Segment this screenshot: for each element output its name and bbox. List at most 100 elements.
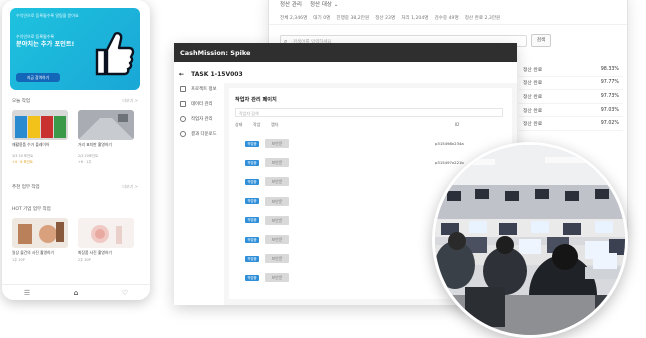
list-item[interactable]: 정산 완료 98.33% [519, 63, 623, 77]
banner-cta-button[interactable]: 지금 참여하기 [16, 73, 60, 82]
row-percent: 98.33% [600, 66, 619, 72]
panel-title: 작업자 관리 페이지 [235, 97, 277, 103]
back-result-list: 정산 완료 98.33% 정산 완료 97.77% 정산 완료 97.73% 정… [519, 63, 623, 131]
list-item[interactable]: 정산 완료 97.77% [519, 77, 623, 91]
card-meta: 3/3 50 포인트 [12, 154, 34, 158]
status-badge: 작업중 [245, 198, 259, 205]
column-header: ID [455, 122, 460, 127]
section-title-recommend: 추천 업무 작업 [12, 185, 40, 190]
list-item[interactable]: 정산 완료 97.02% [519, 117, 623, 131]
row-percent: 97.73% [600, 93, 619, 99]
card-meta-points: +4 · 8 포인트 [12, 160, 33, 164]
street-image [78, 110, 134, 140]
row-status: 정산 완료 [523, 81, 543, 87]
office-photo [432, 142, 628, 338]
banner-top-text: 수익인으로 등록될수록 알림을 받아요 [16, 13, 79, 18]
heart-icon[interactable]: ♡ [122, 289, 128, 297]
captcha-box[interactable]: 보안문 [265, 158, 289, 168]
filter-chip[interactable]: 검수중 49명 [434, 15, 458, 24]
arrow-left-icon: ← [179, 71, 185, 78]
card-image-street[interactable] [78, 110, 134, 140]
section-title-hot: HOT 기업 업무 작업 [12, 207, 51, 212]
card-meta-points: +6 · 1주 [78, 160, 92, 164]
sidebar-item-project[interactable]: 프로젝트 정보 [174, 81, 224, 96]
bottom-nav: ☰ ⌂ ♡ [2, 284, 150, 300]
back-filter-bar: 전체 2,346명 대기 0명 진행중 38,2만원 정산 23명 처리 1,2… [269, 9, 627, 25]
status-badge: 작업중 [245, 159, 259, 166]
card-title: 재활용품 수거 플레이어 [12, 142, 50, 147]
filter-chip[interactable]: 정산 23명 [375, 15, 395, 24]
column-header: 상태 [235, 122, 243, 127]
sidebar-item-label: 작업자 관리 [191, 116, 213, 122]
home-icon[interactable]: ⌂ [74, 289, 78, 297]
menu-icon[interactable]: ☰ [24, 289, 30, 297]
worker-search-input[interactable]: 작업자 검색 [235, 108, 503, 117]
back-search-button[interactable]: 검색 [531, 34, 551, 47]
row-percent: 97.02% [600, 121, 619, 127]
folder-icon [180, 100, 186, 107]
filter-chip[interactable]: 정산 완료 2,3만원 [465, 15, 501, 24]
card-meta: 2/3 20포인트 [78, 154, 99, 158]
card-image-recycle[interactable] [12, 110, 68, 140]
card-title: 일상 물건의 사진 촬영하기 [12, 250, 55, 255]
column-header: 캡차 [271, 122, 279, 127]
sidebar-item-label: 프로젝트 정보 [191, 86, 217, 92]
card-image-cosmetics[interactable] [78, 218, 134, 248]
filter-chip[interactable]: 진행중 38,2만원 [336, 15, 369, 24]
mobile-phone: 수익인으로 등록될수록 알림을 받아요 수익인으로 등록될수록 분야치는 추가 … [2, 0, 150, 300]
filter-chip[interactable]: 처리 1,204명 [401, 15, 428, 24]
captcha-box[interactable]: 보안문 [265, 215, 289, 225]
promo-banner[interactable]: 수익인으로 등록될수록 알림을 받아요 수익인으로 등록될수록 분야치는 추가 … [10, 8, 140, 90]
row-status: 정산 완료 [523, 67, 543, 73]
items-image [12, 218, 68, 248]
row-status: 정산 완료 [523, 122, 543, 128]
cosmetics-image [78, 218, 134, 248]
row-status: 정산 완료 [523, 108, 543, 114]
section-title-today: 오늘 작업 [12, 99, 30, 104]
captcha-box[interactable]: 보안문 [265, 273, 289, 283]
captcha-box[interactable]: 보안문 [265, 177, 289, 187]
back-link[interactable]: ← TASK 1-15V003 [179, 71, 243, 78]
captcha-box[interactable]: 보안문 [265, 196, 289, 206]
status-badge: 작업중 [245, 217, 259, 224]
list-item[interactable]: 정산 완료 97.03% [519, 104, 623, 118]
captcha-box[interactable]: 보안문 [265, 235, 289, 245]
back-nav-title[interactable]: 정산 관리 [280, 0, 302, 9]
status-badge: 작업중 [245, 178, 259, 185]
back-nav: 정산 관리 정산 대상 ⌄ [269, 0, 627, 9]
app-title: CashMission: Spike [174, 43, 517, 62]
sidebar-item-workers[interactable]: 작업자 관리 [174, 111, 224, 126]
filter-chip[interactable]: 전체 2,346명 [280, 15, 307, 24]
sidebar: 프로젝트 정보 데이터 관리 작업자 관리 결과 다운로드 [174, 81, 224, 141]
status-badge: 작업중 [245, 236, 259, 243]
column-header: 작업 [253, 122, 261, 127]
row-id: p315498v234a [435, 141, 464, 147]
row-id: p315497x221b [435, 160, 464, 166]
row-status: 정산 완료 [523, 94, 543, 100]
status-badge: 작업중 [245, 255, 259, 262]
back-nav-dropdown[interactable]: 정산 대상 ⌄ [310, 0, 338, 9]
sidebar-item-label: 결과 다운로드 [191, 131, 217, 137]
card-meta: 1주 20P [12, 258, 25, 262]
download-icon [180, 130, 186, 137]
list-item[interactable]: 정산 완료 97.73% [519, 90, 623, 104]
captcha-box[interactable]: 보안문 [265, 254, 289, 264]
row-percent: 97.77% [600, 80, 619, 86]
sidebar-item-label: 데이터 관리 [191, 101, 213, 107]
card-image-items[interactable] [12, 218, 68, 248]
section-more-link[interactable]: 더보기 > [122, 98, 138, 104]
sidebar-item-download[interactable]: 결과 다운로드 [174, 126, 224, 141]
banner-heading: 분야치는 추가 포인트! [16, 41, 75, 48]
sidebar-item-data[interactable]: 데이터 관리 [174, 96, 224, 111]
thumbs-up-icon [95, 32, 135, 76]
card-title: 화장품 사진 촬영하기 [78, 250, 112, 255]
task-id: TASK 1-15V003 [191, 71, 243, 78]
banner-sub-text: 수익인으로 등록될수록 [16, 34, 55, 39]
filter-chip[interactable]: 대기 0명 [313, 15, 330, 24]
captcha-box[interactable]: 보안문 [265, 139, 289, 149]
section-more-link[interactable]: 더보기 > [122, 184, 138, 190]
row-percent: 97.03% [600, 107, 619, 113]
table-row[interactable]: 작업중 보안문 p315498v234a [235, 134, 503, 153]
document-icon [180, 85, 186, 92]
table-header: 상태 작업 캡차 ID [235, 122, 503, 130]
